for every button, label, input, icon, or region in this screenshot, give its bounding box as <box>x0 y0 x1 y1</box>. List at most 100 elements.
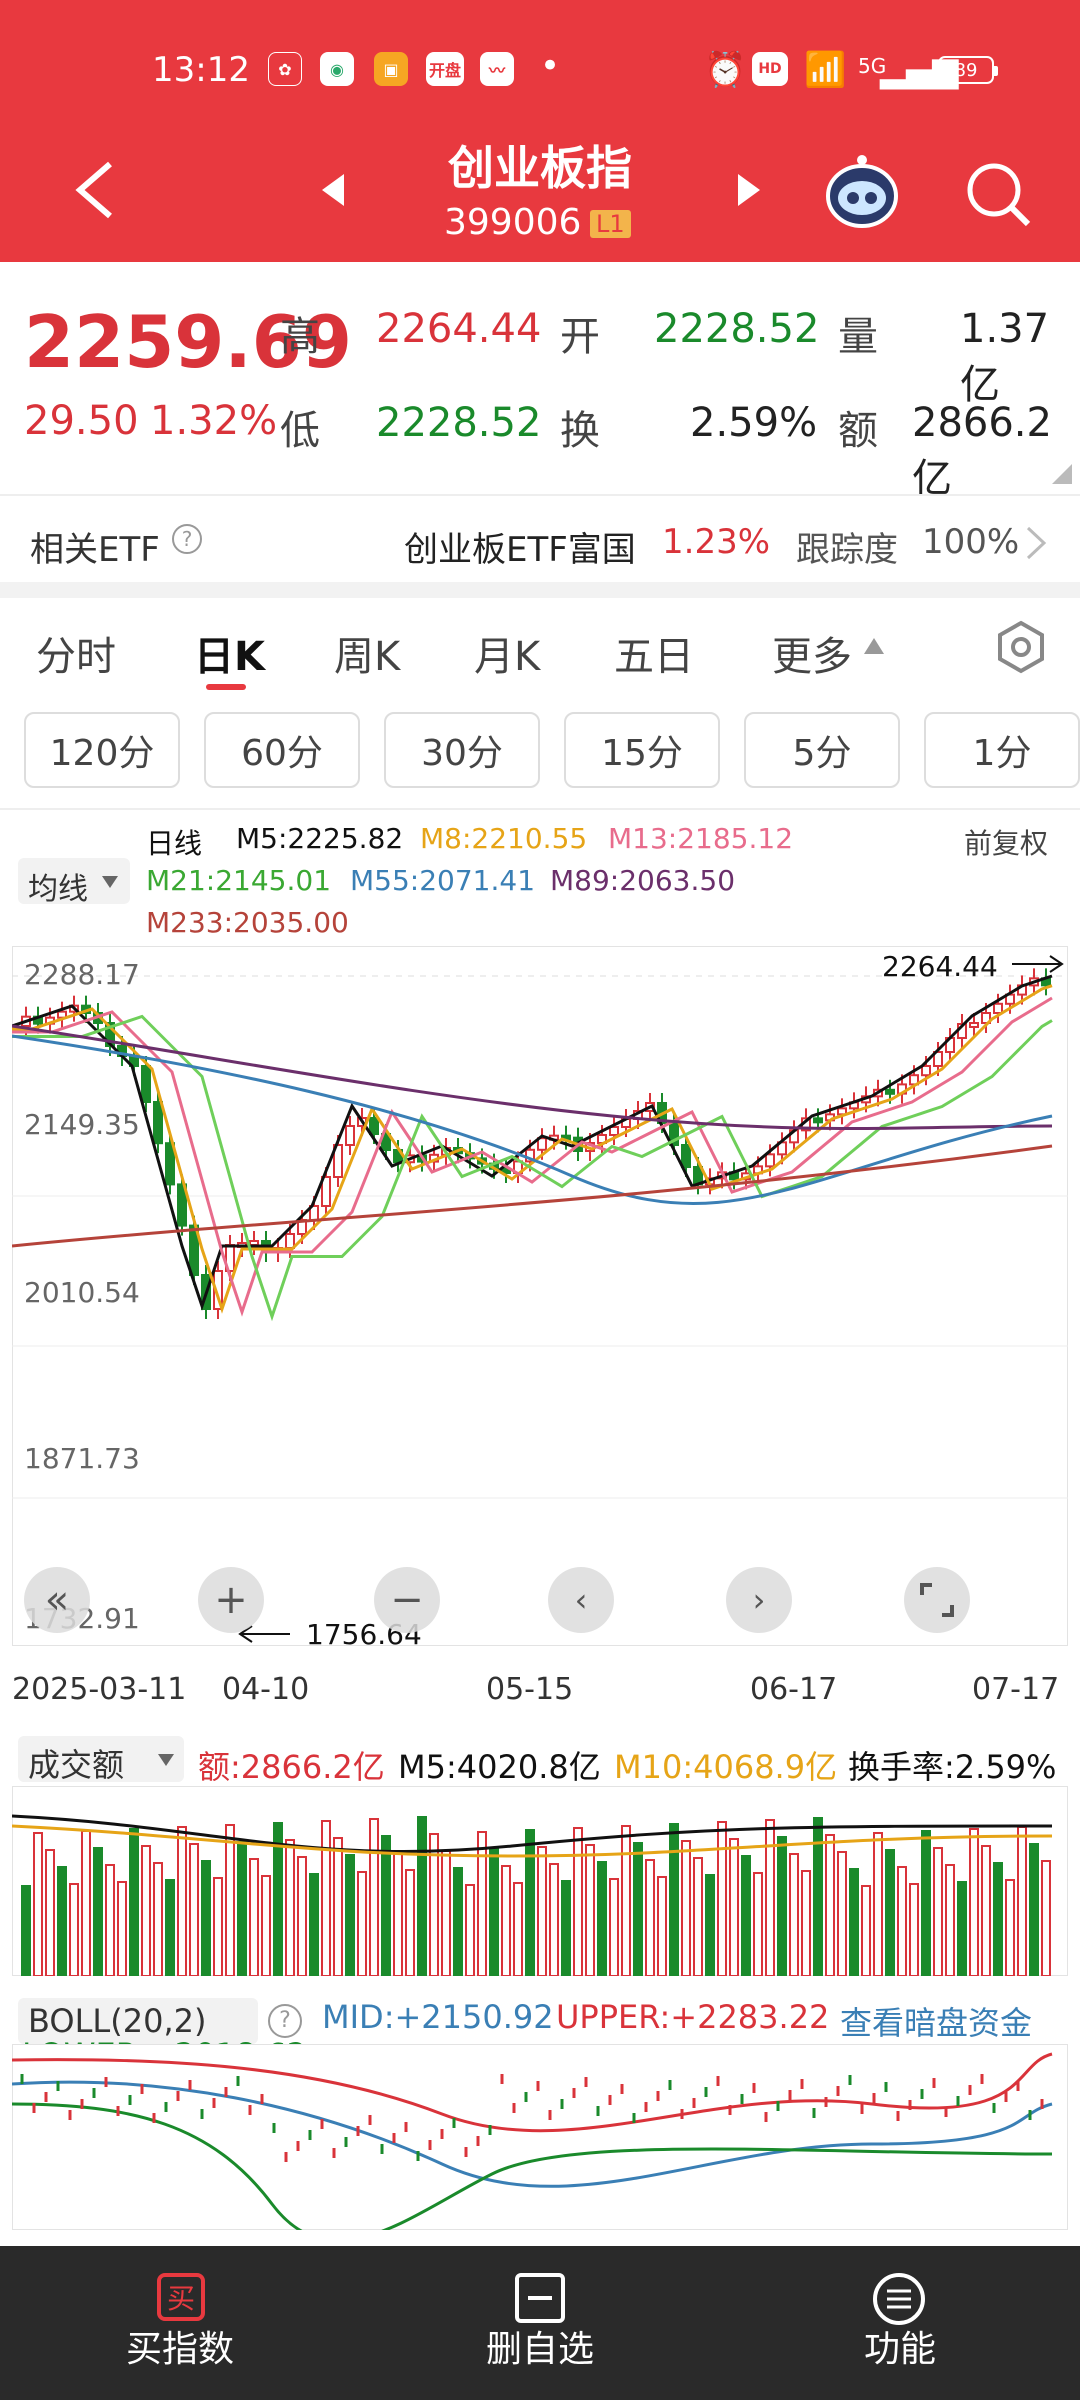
candle-body <box>153 1101 163 1145</box>
candle-body <box>921 1065 931 1077</box>
etf-row[interactable]: 相关ETF ? 创业板ETF富国 1.23% 跟踪度 100% <box>0 496 1080 582</box>
ma8-label: M8:2210.55 <box>420 822 588 855</box>
nav-remove-favorite[interactable]: 删自选 <box>440 2320 640 2372</box>
help-icon[interactable]: ? <box>268 2004 302 2038</box>
tab-daily-k[interactable]: 日K <box>194 624 265 682</box>
volume-bar <box>477 1831 487 1976</box>
volume-chart[interactable] <box>12 1786 1068 1976</box>
pan-right-button[interactable]: › <box>726 1567 792 1633</box>
volume-bar <box>633 1842 643 1976</box>
y-tick-1: 2288.17 <box>24 958 140 991</box>
volume-bar <box>969 1828 979 1976</box>
volume-bar <box>297 1856 307 1976</box>
candle-body <box>369 1117 379 1135</box>
kline-chart[interactable] <box>12 946 1068 1646</box>
tab-monthly-k[interactable]: 月K <box>474 624 540 682</box>
date-label-2: 04-10 <box>222 1672 310 1707</box>
volume-label: 量 <box>838 314 878 360</box>
low-value: 2228.52 <box>376 400 542 446</box>
more-dots-icon: • <box>540 46 561 86</box>
interval-15min[interactable]: 15分 <box>564 712 720 788</box>
volume-bar <box>309 1873 319 1976</box>
interval-60min[interactable]: 60分 <box>204 712 360 788</box>
tab-timeshare[interactable]: 分时 <box>36 624 116 682</box>
volume-bar <box>777 1836 787 1976</box>
volume-bar <box>873 1832 883 1976</box>
candle-body <box>813 1117 823 1124</box>
volume-bar <box>525 1829 535 1976</box>
volume-bar <box>129 1828 139 1976</box>
ma-indicator-selector[interactable]: 均线 <box>18 858 130 907</box>
settings-hexagon-icon[interactable] <box>994 620 1048 674</box>
nav-buy-index[interactable]: 买指数 <box>80 2320 280 2372</box>
zoom-in-button[interactable]: + <box>198 1567 264 1633</box>
volume-bar <box>537 1846 547 1976</box>
interval-30min[interactable]: 30分 <box>384 712 540 788</box>
volume-bar <box>825 1834 835 1976</box>
alarm-icon: ⏰ <box>704 50 747 90</box>
kaipan-app-icon: 开盘 <box>426 52 464 86</box>
open-value: 2228.52 <box>654 306 820 352</box>
volume-bar <box>609 1878 619 1976</box>
dark-pool-link[interactable]: 查看暗盘资金 <box>840 1998 1032 2044</box>
search-icon[interactable] <box>964 160 1034 230</box>
candle-body <box>609 1126 619 1136</box>
volume-value: 1.37亿 <box>960 306 1050 408</box>
date-label-1: 2025-03-11 <box>12 1672 187 1707</box>
next-stock-icon[interactable] <box>734 170 764 210</box>
volume-bar <box>213 1877 223 1976</box>
volume-bar <box>573 1827 583 1976</box>
volume-bar <box>849 1868 859 1976</box>
tab-five-day[interactable]: 五日 <box>614 624 694 682</box>
app-notification-icon: ✿ <box>268 52 302 86</box>
chevron-right-icon <box>1026 526 1047 560</box>
robot-assistant-icon[interactable] <box>822 152 902 232</box>
volume-bar <box>141 1845 151 1976</box>
menu-icon[interactable] <box>872 2272 926 2326</box>
expand-corner-icon[interactable] <box>1052 464 1072 484</box>
hd-icon: HD <box>752 52 788 86</box>
tab-weekly-k[interactable]: 周K <box>334 624 400 682</box>
ma-indicator-label: 均线 <box>28 872 88 907</box>
volume-bar <box>105 1864 115 1976</box>
remove-favorite-icon[interactable] <box>514 2272 566 2324</box>
caret-down-icon <box>102 876 118 888</box>
boll-mid: MID:+2150.92 <box>322 1998 554 2036</box>
y-tick-2: 2149.35 <box>24 1108 140 1141</box>
interval-120min[interactable]: 120分 <box>24 712 180 788</box>
volume-bar <box>933 1847 943 1976</box>
interval-5min[interactable]: 5分 <box>744 712 900 788</box>
y-tick-3: 2010.54 <box>24 1276 140 1309</box>
ma21-label: M21:2145.01 <box>146 864 332 897</box>
boll-upper: UPPER:+2283.22 <box>556 1998 830 2036</box>
caret-up-icon[interactable] <box>862 636 886 656</box>
volume-bar <box>885 1849 895 1976</box>
volume-bar <box>345 1854 355 1976</box>
volume-bar <box>1041 1860 1051 1976</box>
buy-icon[interactable]: 买 <box>156 2272 206 2322</box>
volume-bar <box>45 1849 55 1976</box>
rewind-button[interactable]: « <box>24 1567 90 1633</box>
volume-m10: M10:4068.9亿 <box>614 1748 838 1786</box>
zoom-out-button[interactable]: − <box>374 1567 440 1633</box>
kline-title: 日线 <box>146 827 203 860</box>
volume-bar <box>261 1875 271 1976</box>
volume-bar <box>69 1883 79 1976</box>
boll-chart[interactable] <box>12 2044 1068 2230</box>
fullscreen-button[interactable] <box>904 1567 970 1633</box>
interval-1min[interactable]: 1分 <box>924 712 1080 788</box>
volume-bar <box>705 1874 715 1976</box>
nav-functions[interactable]: 功能 <box>800 2320 1000 2372</box>
volume-bar <box>21 1885 31 1976</box>
candle-body <box>969 1022 979 1028</box>
pan-left-button[interactable]: ‹ <box>548 1567 614 1633</box>
adjust-mode[interactable]: 前复权 <box>964 822 1048 862</box>
volume-bar <box>789 1853 799 1976</box>
volume-bar <box>225 1824 235 1976</box>
amount-label: 额 <box>838 408 878 454</box>
help-icon[interactable]: ? <box>172 524 202 554</box>
tab-more[interactable]: 更多 <box>772 624 852 682</box>
volume-indicator-selector[interactable]: 成交额 <box>18 1736 184 1784</box>
volume-bar <box>513 1882 523 1976</box>
volume-bar <box>681 1840 691 1976</box>
